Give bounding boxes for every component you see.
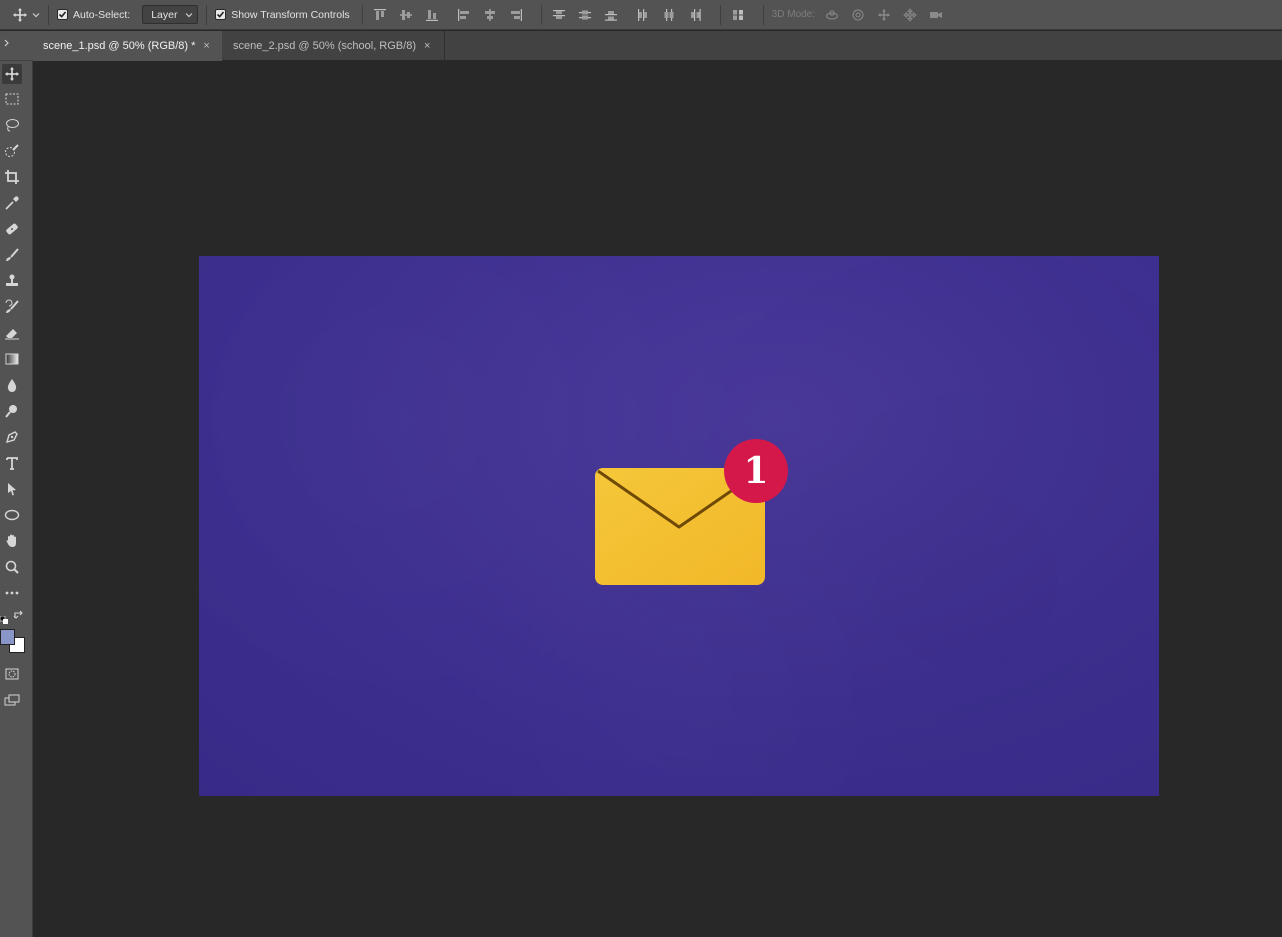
chevron-down-icon: [185, 12, 193, 17]
separator: [361, 4, 363, 25]
3d-slide-icon[interactable]: [901, 6, 919, 24]
document-tab-bar: scene_1.psd @ 50% (RGB/8) * × scene_2.ps…: [0, 31, 1282, 61]
distribute-right-icon[interactable]: [686, 6, 704, 24]
separator: [540, 4, 542, 25]
auto-select-target-value: Layer: [151, 8, 178, 21]
toolbox: [0, 31, 33, 937]
pen-tool-icon[interactable]: [2, 427, 22, 447]
align-vertical-center-icon[interactable]: [397, 6, 415, 24]
close-icon[interactable]: ×: [424, 40, 430, 52]
quick-mask-icon[interactable]: [2, 664, 22, 684]
crop-tool-icon[interactable]: [2, 167, 22, 187]
more-tools-icon[interactable]: [2, 583, 22, 603]
document-canvas[interactable]: 1: [199, 256, 1159, 796]
move-tool-preset-icon[interactable]: [12, 7, 28, 23]
3d-roll-icon[interactable]: [849, 6, 867, 24]
separator: [719, 4, 721, 25]
default-colors-icon[interactable]: [0, 611, 8, 624]
quick-select-tool-icon[interactable]: [2, 141, 22, 161]
marquee-tool-icon[interactable]: [2, 89, 22, 109]
chevron-right-icon[interactable]: [3, 34, 13, 47]
lasso-tool-icon[interactable]: [2, 115, 22, 135]
align-right-icon[interactable]: [507, 6, 525, 24]
gradient-tool-icon[interactable]: [2, 349, 22, 369]
tab-scene-2[interactable]: scene_2.psd @ 50% (school, RGB/8) ×: [223, 31, 445, 61]
auto-align-layers-icon[interactable]: [729, 6, 747, 24]
blur-tool-icon[interactable]: [2, 375, 22, 395]
align-horizontal-center-icon[interactable]: [481, 6, 499, 24]
tab-scene-1[interactable]: scene_1.psd @ 50% (RGB/8) * ×: [33, 31, 222, 61]
notification-count: 1: [743, 450, 769, 492]
close-icon[interactable]: ×: [203, 40, 209, 52]
chevron-down-icon[interactable]: [32, 11, 40, 19]
history-brush-tool-icon[interactable]: [2, 297, 22, 317]
distribute-horizontal-center-icon[interactable]: [660, 6, 678, 24]
show-transform-checkbox[interactable]: [215, 9, 227, 20]
align-bottom-icon[interactable]: [423, 6, 441, 24]
separator: [762, 4, 764, 25]
screen-mode-icon[interactable]: [2, 690, 22, 710]
auto-select-checkbox[interactable]: [57, 9, 68, 20]
show-transform-label: Show Transform Controls: [231, 8, 350, 21]
distribute-bottom-icon[interactable]: [602, 6, 620, 24]
tab-label: scene_1.psd @ 50% (RGB/8) *: [43, 40, 196, 52]
separator: [206, 4, 208, 25]
foreground-color-swatch[interactable]: [0, 629, 15, 645]
path-selection-tool-icon[interactable]: [2, 479, 22, 499]
distribute-vertical-center-icon[interactable]: [576, 6, 594, 24]
3d-camera-icon[interactable]: [927, 6, 945, 24]
3d-pan-icon[interactable]: [875, 6, 893, 24]
auto-select-label: Auto-Select:: [73, 8, 131, 21]
separator: [48, 4, 49, 25]
auto-select-target-dropdown[interactable]: Layer: [142, 5, 199, 24]
eraser-tool-icon[interactable]: [2, 323, 22, 343]
distribute-top-icon[interactable]: [550, 6, 568, 24]
align-top-icon[interactable]: [371, 6, 389, 24]
ellipse-tool-icon[interactable]: [2, 505, 22, 525]
brush-tool-icon[interactable]: [2, 245, 22, 265]
clone-stamp-tool-icon[interactable]: [2, 271, 22, 291]
options-bar: Auto-Select: Layer Show Transform Contro…: [0, 0, 1282, 30]
toolbox-header: [0, 31, 33, 61]
swap-colors-icon[interactable]: [13, 609, 25, 621]
3d-orbit-icon[interactable]: [823, 6, 841, 24]
distribute-left-icon[interactable]: [634, 6, 652, 24]
envelope-illustration: [595, 439, 788, 585]
eyedropper-tool-icon[interactable]: [2, 193, 22, 213]
zoom-tool-icon[interactable]: [2, 557, 22, 577]
dodge-tool-icon[interactable]: [2, 401, 22, 421]
hand-tool-icon[interactable]: [2, 531, 22, 551]
move-tool-icon[interactable]: [2, 64, 22, 84]
type-tool-icon[interactable]: [2, 453, 22, 473]
tab-label: scene_2.psd @ 50% (school, RGB/8): [233, 40, 416, 52]
3d-mode-label: 3D Mode:: [771, 9, 816, 20]
align-left-icon[interactable]: [455, 6, 473, 24]
healing-brush-tool-icon[interactable]: [2, 219, 22, 239]
